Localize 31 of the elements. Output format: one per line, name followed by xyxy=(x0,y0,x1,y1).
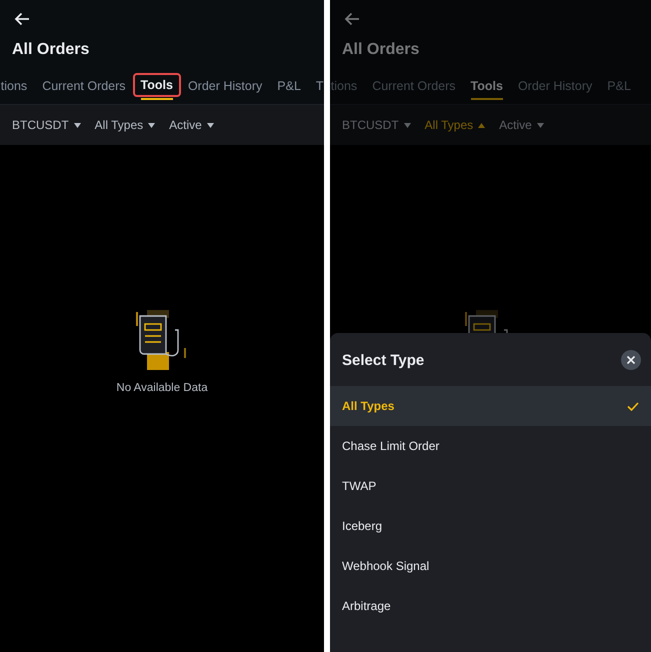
check-icon xyxy=(627,402,639,410)
type-option[interactable]: Arbitrage xyxy=(330,586,651,626)
filter-dropdown[interactable]: All Types xyxy=(424,118,486,132)
type-option[interactable]: Chase Limit Order xyxy=(330,426,651,466)
tab[interactable]: Tools xyxy=(470,69,503,100)
filter-dropdown[interactable]: All Types xyxy=(94,118,156,132)
type-option[interactable]: Iceberg xyxy=(330,506,651,546)
page-title: All Orders xyxy=(342,41,420,59)
caret-icon xyxy=(148,122,156,128)
caret-icon xyxy=(536,122,544,128)
caret-icon xyxy=(74,122,81,128)
caret-icon xyxy=(404,122,411,128)
caret-icon xyxy=(206,122,214,128)
tab[interactable]: T xyxy=(316,69,324,100)
caret-icon xyxy=(478,122,486,128)
filter-dropdown[interactable]: BTCUSDT xyxy=(342,118,411,132)
close-icon[interactable] xyxy=(621,350,641,370)
tab[interactable]: Order History xyxy=(188,69,262,100)
type-option[interactable]: All Types xyxy=(330,386,651,426)
back-icon[interactable] xyxy=(14,12,30,26)
type-option[interactable]: Webhook Signal xyxy=(330,546,651,586)
tab[interactable]: Current Orders xyxy=(42,69,126,100)
empty-state-text: No Available Data xyxy=(116,382,208,394)
filter-dropdown[interactable]: Active xyxy=(499,118,544,132)
sheet-title: Select Type xyxy=(342,352,424,368)
tab[interactable]: P&L xyxy=(277,69,301,100)
tab[interactable]: itions xyxy=(0,69,28,100)
filter-dropdown[interactable]: BTCUSDT xyxy=(12,118,81,132)
page-title: All Orders xyxy=(12,41,90,59)
type-option[interactable]: TWAP xyxy=(330,466,651,506)
filter-dropdown[interactable]: Active xyxy=(169,118,214,132)
